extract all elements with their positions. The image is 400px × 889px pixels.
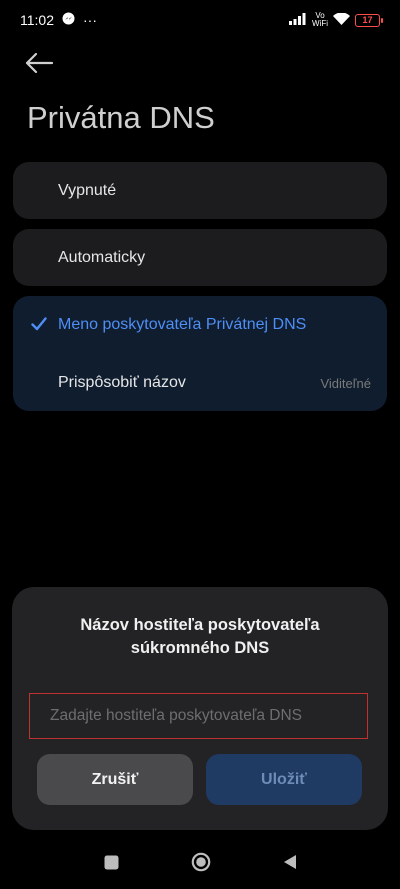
option-automatic-label: Automaticky (58, 248, 146, 266)
battery-icon: 17 (355, 13, 383, 27)
circle-icon[interactable] (191, 852, 211, 877)
dialog-title: Názov hostiteľa poskytovateľa súkromného… (80, 616, 320, 657)
status-more: ··· (83, 12, 97, 28)
cancel-button[interactable]: Zrušiť (37, 754, 193, 805)
arrow-left-icon (25, 52, 54, 74)
square-icon[interactable] (104, 855, 119, 875)
volte-indicator: Vo WiFi (312, 12, 328, 28)
status-bar: 11:02 ··· Vo WiFi 17 (0, 0, 400, 40)
option-provider-group: Meno poskytovateľa Privátnej DNS Prispôs… (13, 296, 387, 411)
option-customize-label: Prispôsobiť názov (58, 374, 186, 391)
messenger-icon (62, 12, 75, 28)
checkmark-icon (31, 317, 47, 336)
status-time: 11:02 (20, 12, 54, 28)
dns-hostname-input[interactable] (29, 693, 368, 739)
navigation-bar (0, 840, 400, 889)
option-provider[interactable]: Meno poskytovateľa Privátnej DNS (13, 296, 387, 354)
battery-level: 17 (362, 15, 373, 25)
hostname-dialog: Názov hostiteľa poskytovateľa súkromného… (12, 587, 388, 830)
option-provider-label: Meno poskytovateľa Privátnej DNS (58, 316, 307, 333)
option-automatic[interactable]: Automaticky (13, 229, 387, 286)
option-customize-name[interactable]: Prispôsobiť názov Viditeľné (13, 354, 387, 412)
signal-icon (289, 12, 307, 28)
volte-bottom: WiFi (312, 19, 328, 28)
option-off-label: Vypnuté (58, 181, 117, 199)
triangle-back-icon[interactable] (283, 854, 297, 875)
page-title: Privátna DNS (27, 100, 215, 135)
back-button[interactable] (24, 48, 58, 78)
option-off[interactable]: Vypnuté (13, 162, 387, 219)
save-button[interactable]: Uložiť (206, 754, 362, 805)
option-customize-value: Viditeľné (320, 375, 371, 391)
wifi-icon (333, 12, 350, 28)
